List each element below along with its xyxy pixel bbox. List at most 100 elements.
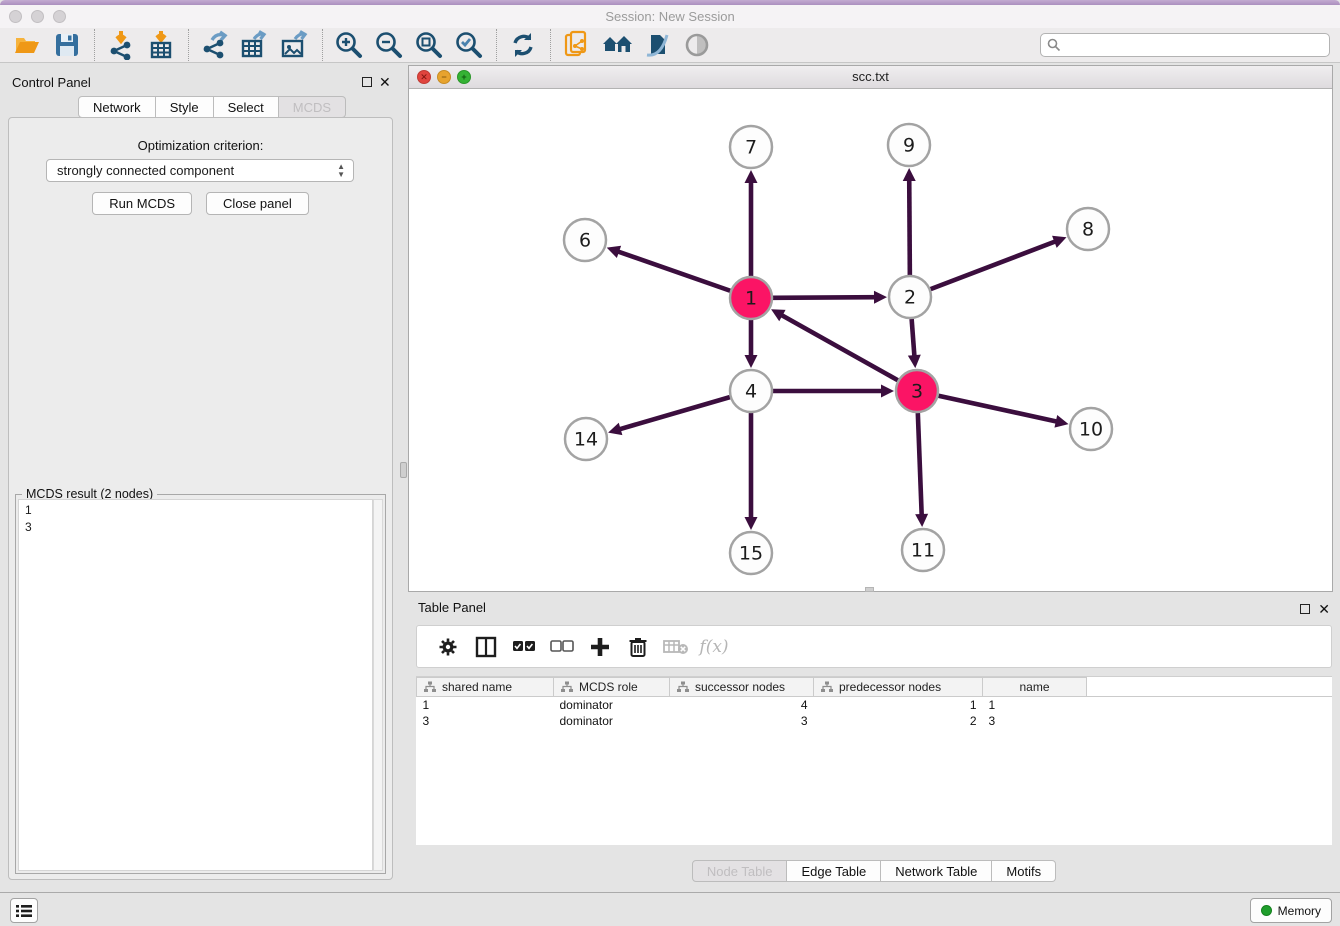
graph-node[interactable]: 3 xyxy=(896,370,938,412)
export-image-button[interactable] xyxy=(278,29,312,61)
graph-node[interactable]: 7 xyxy=(730,126,772,168)
graph-edge[interactable] xyxy=(780,314,898,380)
tab-select[interactable]: Select xyxy=(214,96,279,118)
mcds-result-list[interactable]: 1 3 xyxy=(18,499,373,871)
mcds-result-scrollbar[interactable] xyxy=(373,499,383,871)
refresh-icon xyxy=(509,31,537,59)
table-cell[interactable]: 1 xyxy=(417,697,554,713)
graph-node[interactable]: 1 xyxy=(730,277,772,319)
tab-motifs[interactable]: Motifs xyxy=(992,860,1056,882)
tab-edge-table[interactable]: Edge Table xyxy=(787,860,881,882)
hierarchy-icon xyxy=(821,681,833,693)
column-layout-button[interactable] xyxy=(469,630,503,664)
select-all-columns-button[interactable] xyxy=(507,630,541,664)
table-panel-close-button[interactable]: ✕ xyxy=(1318,604,1330,614)
search-input[interactable] xyxy=(1040,33,1330,57)
graph-node[interactable]: 11 xyxy=(902,529,944,571)
table-cell[interactable]: 2 xyxy=(814,713,983,729)
graph-node[interactable]: 15 xyxy=(730,532,772,574)
unselect-all-columns-button[interactable] xyxy=(545,630,579,664)
table-row[interactable]: 3dominator323 xyxy=(417,713,1333,729)
add-column-button[interactable] xyxy=(583,630,617,664)
tab-network[interactable]: Network xyxy=(78,96,156,118)
graph-edge[interactable] xyxy=(618,397,730,430)
graph-edge[interactable] xyxy=(938,396,1058,422)
gear-icon xyxy=(438,637,458,657)
save-session-button[interactable] xyxy=(50,29,84,61)
delete-column-button[interactable] xyxy=(621,630,655,664)
memory-button[interactable]: Memory xyxy=(1250,898,1332,923)
splitter-grip-icon[interactable] xyxy=(400,462,407,478)
plus-icon xyxy=(590,637,610,657)
graph-edge[interactable] xyxy=(918,413,922,517)
table-cell[interactable]: dominator xyxy=(554,713,670,729)
export-network-button[interactable] xyxy=(198,29,232,61)
application-window: Session: New Session xyxy=(0,0,1340,926)
mcds-result-item[interactable]: 3 xyxy=(25,519,372,536)
network-window-resize-grip[interactable] xyxy=(865,587,874,592)
graph-node[interactable]: 8 xyxy=(1067,208,1109,250)
optimization-criterion-select[interactable]: strongly connected component ▲▼ xyxy=(46,159,354,182)
table-cell[interactable]: 3 xyxy=(417,713,554,729)
graph-node[interactable]: 6 xyxy=(564,219,606,261)
hide-labels-button[interactable] xyxy=(640,29,674,61)
zoom-fit-button[interactable] xyxy=(412,29,446,61)
graph-node[interactable]: 10 xyxy=(1070,408,1112,450)
graph-edge[interactable] xyxy=(912,319,915,358)
export-table-button[interactable] xyxy=(238,29,272,61)
tab-mcds[interactable]: MCDS xyxy=(279,96,346,118)
column-header-successor-nodes[interactable]: successor nodes xyxy=(670,678,814,697)
table-panel-title: Table Panel xyxy=(418,600,486,615)
zoom-in-button[interactable] xyxy=(332,29,366,61)
control-panel-float-button[interactable] xyxy=(362,77,372,87)
graph-node[interactable]: 14 xyxy=(565,418,607,460)
table-row[interactable]: 1dominator411 xyxy=(417,697,1333,713)
tab-network-table[interactable]: Network Table xyxy=(881,860,992,882)
svg-text:7: 7 xyxy=(745,137,757,159)
apply-layout-button[interactable] xyxy=(506,29,540,61)
graph-edge[interactable] xyxy=(616,251,730,291)
table-cell[interactable]: dominator xyxy=(554,697,670,713)
run-mcds-button[interactable]: Run MCDS xyxy=(92,192,192,215)
apply-function-button[interactable]: f(x) xyxy=(697,630,731,664)
network-graph[interactable]: 7 9 6 8 1 2 4 3 14 10 15 11 xyxy=(409,89,1332,591)
svg-text:8: 8 xyxy=(1082,219,1094,241)
zoom-out-button[interactable] xyxy=(372,29,406,61)
mcds-result-item[interactable]: 1 xyxy=(25,502,372,519)
import-network-button[interactable] xyxy=(104,29,138,61)
open-session-button[interactable] xyxy=(10,29,44,61)
show-all-networks-button[interactable] xyxy=(600,29,634,61)
graph-node[interactable]: 9 xyxy=(888,124,930,166)
table-cell[interactable]: 4 xyxy=(670,697,814,713)
delete-table-button[interactable] xyxy=(659,630,693,664)
network-window-titlebar[interactable]: ✕ − + scc.txt xyxy=(409,66,1332,89)
edge-arrowhead-icon xyxy=(745,170,758,183)
graph-edge[interactable] xyxy=(909,178,910,275)
control-panel-close-button[interactable]: ✕ xyxy=(379,77,391,87)
table-cell[interactable]: 1 xyxy=(983,697,1087,713)
svg-text:10: 10 xyxy=(1079,419,1103,441)
column-header-filler xyxy=(1087,678,1333,697)
column-header-shared-name[interactable]: shared name xyxy=(417,678,554,697)
table-cell[interactable]: 1 xyxy=(814,697,983,713)
panel-splitter[interactable] xyxy=(400,65,408,882)
close-panel-button[interactable]: Close panel xyxy=(206,192,309,215)
graph-edge[interactable] xyxy=(931,241,1058,289)
zoom-selected-button[interactable] xyxy=(452,29,486,61)
column-header-mcds-role[interactable]: MCDS role xyxy=(554,678,670,697)
tab-style[interactable]: Style xyxy=(156,96,214,118)
graph-node[interactable]: 2 xyxy=(889,276,931,318)
import-table-button[interactable] xyxy=(144,29,178,61)
duplicate-network-button[interactable] xyxy=(560,29,594,61)
toggle-visibility-button[interactable] xyxy=(680,29,714,61)
table-cell[interactable]: 3 xyxy=(670,713,814,729)
graph-edge[interactable] xyxy=(773,297,877,298)
task-history-button[interactable] xyxy=(10,898,38,923)
graph-node[interactable]: 4 xyxy=(730,370,772,412)
table-panel-float-button[interactable] xyxy=(1300,604,1310,614)
table-settings-button[interactable] xyxy=(431,630,465,664)
table-cell[interactable]: 3 xyxy=(983,713,1087,729)
column-header-predecessor-nodes[interactable]: predecessor nodes xyxy=(814,678,983,697)
column-header-name[interactable]: name xyxy=(983,678,1087,697)
tab-node-table[interactable]: Node Table xyxy=(692,860,788,882)
